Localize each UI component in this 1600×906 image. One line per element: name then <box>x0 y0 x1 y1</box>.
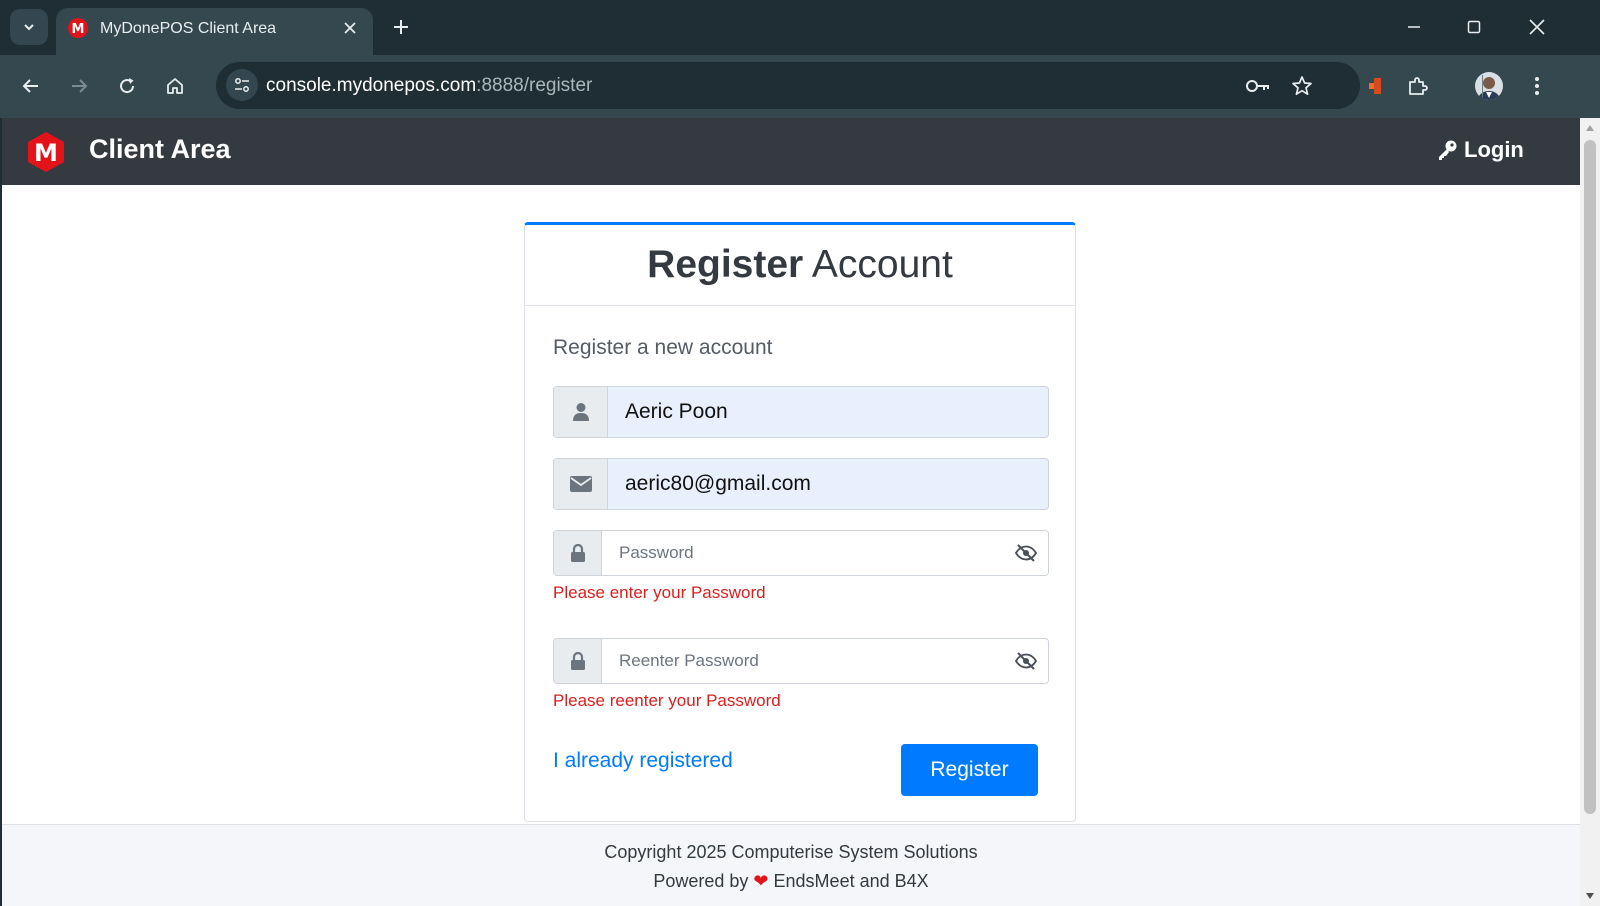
key-icon <box>1439 140 1457 160</box>
extensions-menu-button[interactable] <box>1402 70 1434 102</box>
tab-strip: M MyDonePOS Client Area <box>0 0 1600 55</box>
scrollbar-thumb[interactable] <box>1584 140 1596 814</box>
password-addon <box>554 531 602 575</box>
url-path: :8888/register <box>476 75 593 96</box>
password-input[interactable]: Password <box>602 531 1004 575</box>
password-toggle-button[interactable] <box>1004 531 1048 575</box>
reenter-addon <box>554 639 602 683</box>
forward-button[interactable] <box>64 71 94 101</box>
url-text: console.mydonepos.com:8888/register <box>266 75 592 97</box>
window-close-button[interactable] <box>1522 12 1552 42</box>
mydonepos-favicon-icon: M <box>68 18 88 38</box>
browser-menu-button[interactable] <box>1521 70 1553 102</box>
address-bar[interactable]: console.mydonepos.com:8888/register <box>216 62 1360 109</box>
svg-text:M: M <box>72 22 85 37</box>
star-icon <box>1292 76 1312 96</box>
email-addon <box>554 459 608 509</box>
reenter-toggle-button[interactable] <box>1004 639 1048 683</box>
envelope-icon <box>569 476 592 492</box>
scroll-up-arrow[interactable] <box>1584 122 1596 134</box>
tab-close-button[interactable] <box>339 17 361 39</box>
arrow-left-icon <box>22 79 38 93</box>
tune-icon <box>235 78 249 92</box>
powered-by-text: Powered by ❤ EndsMeet and B4X <box>2 871 1580 892</box>
reload-icon <box>120 78 135 94</box>
tab-search-button[interactable] <box>10 9 48 45</box>
login-link[interactable]: Login <box>1436 137 1524 163</box>
lock-icon <box>570 652 585 670</box>
register-card: Register Account Register a new account … <box>524 222 1076 822</box>
login-label: Login <box>1464 137 1524 162</box>
password-input-group: Password <box>553 530 1049 576</box>
profile-button[interactable] <box>1473 70 1505 102</box>
reenter-error: Please reenter your Password <box>553 691 781 710</box>
browser-tab[interactable]: M MyDonePOS Client Area <box>56 8 373 55</box>
triangle-up-icon <box>1586 125 1594 131</box>
browser-window: M MyDonePOS Client Area console.mydonepo… <box>0 0 1600 906</box>
card-header: Register Account <box>525 225 1075 306</box>
password-key-button[interactable] <box>1244 72 1272 100</box>
new-tab-button[interactable] <box>388 14 414 40</box>
form-subtitle: Register a new account <box>553 336 773 359</box>
reenter-password-input[interactable]: Reenter Password <box>602 639 1004 683</box>
toolbar-divider <box>1482 75 1483 97</box>
plus-icon <box>394 20 408 34</box>
back-button[interactable] <box>16 71 46 101</box>
name-addon <box>554 387 608 437</box>
email-input-group: aeric80@gmail.com <box>553 458 1049 510</box>
title-rest: Account <box>803 243 953 286</box>
key-icon <box>1246 80 1269 92</box>
extension-button[interactable] <box>1360 70 1392 102</box>
name-input-group: Aeric Poon <box>553 386 1049 438</box>
app-navbar: M Client Area Login <box>2 118 1580 185</box>
site-info-button[interactable] <box>226 69 258 101</box>
brand-title[interactable]: Client Area <box>89 134 231 165</box>
megaphone-icon <box>1369 78 1381 94</box>
maximize-button[interactable] <box>1459 12 1489 42</box>
powered-prefix: Powered by <box>653 871 749 891</box>
home-icon <box>167 78 183 94</box>
close-icon <box>344 22 356 34</box>
browser-toolbar: console.mydonepos.com:8888/register <box>0 55 1600 118</box>
puzzle-icon <box>1409 77 1428 95</box>
page-scrollbar[interactable] <box>1580 118 1600 906</box>
title-bold: Register <box>647 243 804 286</box>
more-vert-icon <box>1535 77 1539 95</box>
password-error: Please enter your Password <box>553 583 766 602</box>
lock-icon <box>570 544 585 562</box>
svg-text:M: M <box>34 139 58 167</box>
close-icon <box>1529 19 1545 35</box>
mydonepos-logo-icon[interactable]: M <box>24 130 68 174</box>
tab-title: MyDonePOS Client Area <box>100 20 277 37</box>
powered-suffix: EndsMeet and B4X <box>773 871 929 891</box>
name-input[interactable]: Aeric Poon <box>608 387 1048 437</box>
page-viewport: M Client Area Login Register Account Reg… <box>2 118 1580 906</box>
email-input[interactable]: aeric80@gmail.com <box>608 459 1048 509</box>
chevron-down-icon <box>24 24 34 31</box>
avatar <box>1475 72 1503 100</box>
home-button[interactable] <box>160 71 190 101</box>
heart-icon: ❤ <box>753 871 769 891</box>
minimize-icon <box>1408 26 1420 28</box>
reload-button[interactable] <box>112 71 142 101</box>
register-button[interactable]: Register <box>901 744 1038 796</box>
minimize-button[interactable] <box>1399 12 1429 42</box>
eye-slash-icon <box>1015 544 1037 562</box>
scroll-down-arrow[interactable] <box>1584 890 1596 902</box>
profile-photo-icon <box>1478 77 1500 100</box>
eye-slash-icon <box>1015 652 1037 670</box>
copyright-text: Copyright 2025 Computerise System Soluti… <box>604 842 978 862</box>
page-footer: Copyright 2025 Computerise System Soluti… <box>2 824 1580 906</box>
reenter-input-group: Reenter Password <box>553 638 1049 684</box>
user-icon <box>572 403 589 421</box>
url-host: console.mydonepos.com <box>266 75 477 96</box>
bookmark-button[interactable] <box>1288 72 1316 100</box>
arrow-right-icon <box>72 79 88 93</box>
maximize-icon <box>1467 20 1481 34</box>
already-registered-link[interactable]: I already registered <box>553 749 733 773</box>
triangle-down-icon <box>1586 893 1594 899</box>
